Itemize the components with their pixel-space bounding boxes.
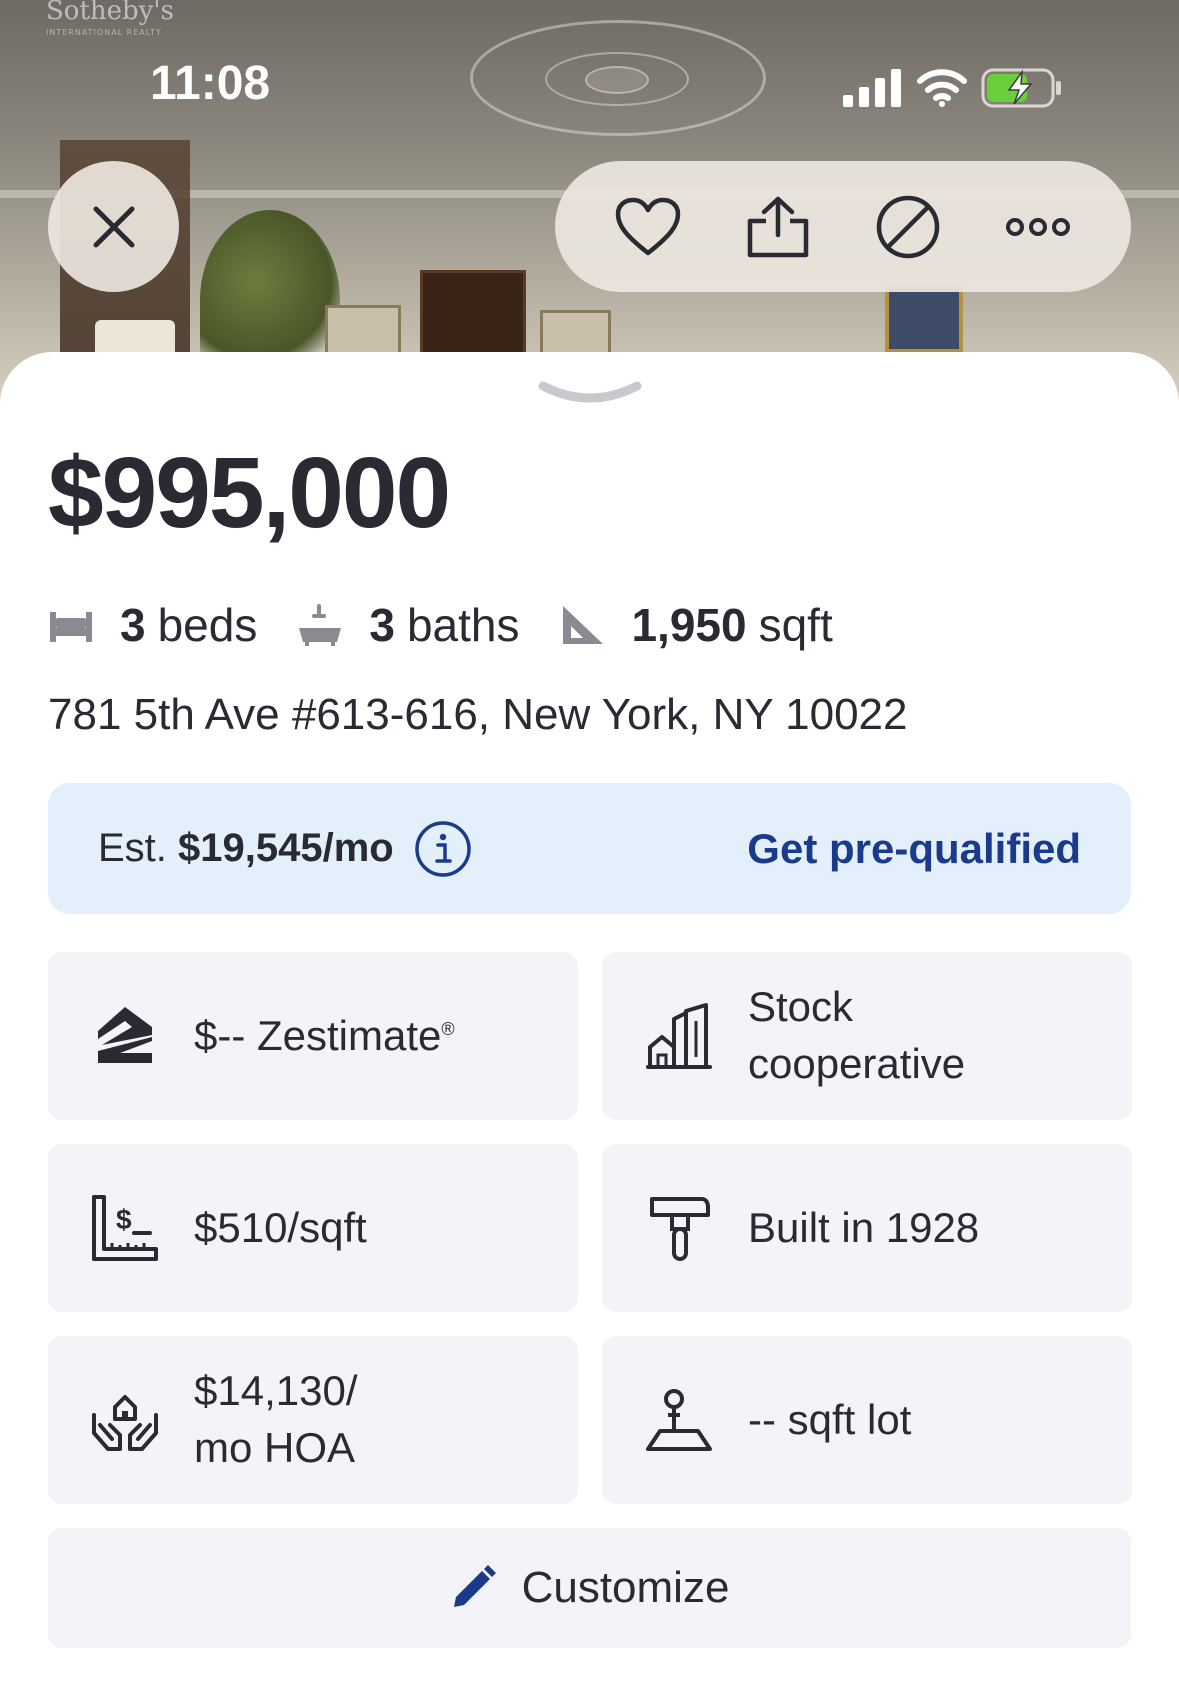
collapse-chevron-icon[interactable]: [537, 380, 643, 410]
close-icon: [93, 206, 134, 247]
year-built-value: Built in 1928: [748, 1203, 980, 1251]
baths-fact: 3 baths: [297, 598, 519, 652]
bathtub-icon: [299, 604, 342, 646]
home-type-text: Stock cooperative: [748, 979, 965, 1092]
hide-button[interactable]: [868, 187, 948, 267]
customize-button[interactable]: Customize: [48, 1528, 1131, 1648]
listing-address[interactable]: 781 5th Ave #613-616, New York, NY 10022: [48, 690, 907, 740]
painting: [885, 285, 963, 353]
baths-label: baths: [406, 599, 520, 651]
beds-fact: 3 beds: [48, 598, 257, 652]
beds-label: beds: [157, 599, 258, 651]
monthly-payment-bar[interactable]: Est. $19,545/mo Get pre-qualified: [48, 783, 1131, 914]
lot-size-tile[interactable]: -- sqft lot: [602, 1336, 1132, 1504]
ruler-dollar-icon: $: [92, 1195, 158, 1261]
brokerage-watermark-sub: INTERNATIONAL REALTY: [46, 28, 162, 37]
home-type-line1: Stock: [748, 983, 854, 1031]
home-facts: 3 beds 3 baths 1,950 sqft: [48, 590, 873, 660]
registered-mark: ®: [441, 1018, 455, 1039]
zestimate-text: $-- Zestimate®: [194, 1008, 455, 1065]
bed-icon: [50, 612, 92, 642]
baths-count: 3: [369, 599, 395, 651]
get-prequalified-link[interactable]: Get pre-qualified: [747, 825, 1081, 873]
sqft-label: sqft: [758, 599, 833, 651]
monthly-estimate: Est. $19,545/mo: [98, 826, 394, 871]
status-time: 11:08: [150, 57, 271, 110]
price-per-sqft-value: $510/sqft: [194, 1203, 367, 1251]
hoa-text: $14,130/ mo HOA: [194, 1363, 358, 1476]
signal-icon: [843, 69, 901, 107]
building-icon: [646, 1003, 712, 1069]
estimate-prefix: Est.: [98, 826, 167, 870]
info-icon[interactable]: [414, 820, 472, 878]
save-button[interactable]: [608, 187, 688, 267]
hoa-tile[interactable]: $14,130/ mo HOA: [48, 1336, 578, 1504]
zillow-logo-icon: [98, 1007, 152, 1063]
more-icon: [1006, 217, 1070, 236]
svg-text:$: $: [116, 1204, 132, 1235]
year-built-tile[interactable]: Built in 1928: [602, 1144, 1132, 1312]
price-per-sqft-tile[interactable]: $ $510/sqft: [48, 1144, 578, 1312]
beds-count: 3: [120, 599, 146, 651]
hammer-icon: [650, 1197, 710, 1261]
home-type-tile[interactable]: Stock cooperative: [602, 952, 1132, 1120]
more-button[interactable]: [998, 187, 1078, 267]
hands-house-icon: [92, 1395, 158, 1451]
listing-price: $995,000: [48, 437, 451, 549]
ruler-triangle-icon: [563, 606, 604, 644]
close-button[interactable]: [48, 161, 179, 292]
hide-icon: [876, 195, 940, 258]
zestimate-value: $-- Zestimate: [194, 1011, 442, 1059]
ceiling-medallion-core: [585, 66, 649, 94]
customize-label: Customize: [521, 1563, 730, 1612]
home-type-line2: cooperative: [748, 1040, 966, 1087]
hoa-line2: mo HOA: [194, 1424, 356, 1471]
share-button[interactable]: [738, 187, 818, 267]
lot-size-value: -- sqft lot: [748, 1395, 912, 1443]
status-icons: [843, 66, 1063, 110]
pencil-icon: [453, 1565, 496, 1607]
heart-icon: [615, 197, 681, 255]
lot-tree-icon: [646, 1389, 712, 1451]
share-icon: [747, 196, 809, 257]
sqft-fact: 1,950 sqft: [559, 598, 833, 652]
hoa-line1: $14,130/: [194, 1367, 358, 1415]
wifi-icon: [917, 69, 967, 107]
listing-actions: [555, 161, 1131, 292]
estimate-value: $19,545/mo: [178, 826, 394, 870]
zestimate-tile[interactable]: $-- Zestimate®: [48, 952, 578, 1120]
sqft-count: 1,950: [631, 599, 747, 651]
brokerage-watermark: Sotheby's: [46, 0, 174, 26]
battery-icon: [981, 68, 1061, 108]
